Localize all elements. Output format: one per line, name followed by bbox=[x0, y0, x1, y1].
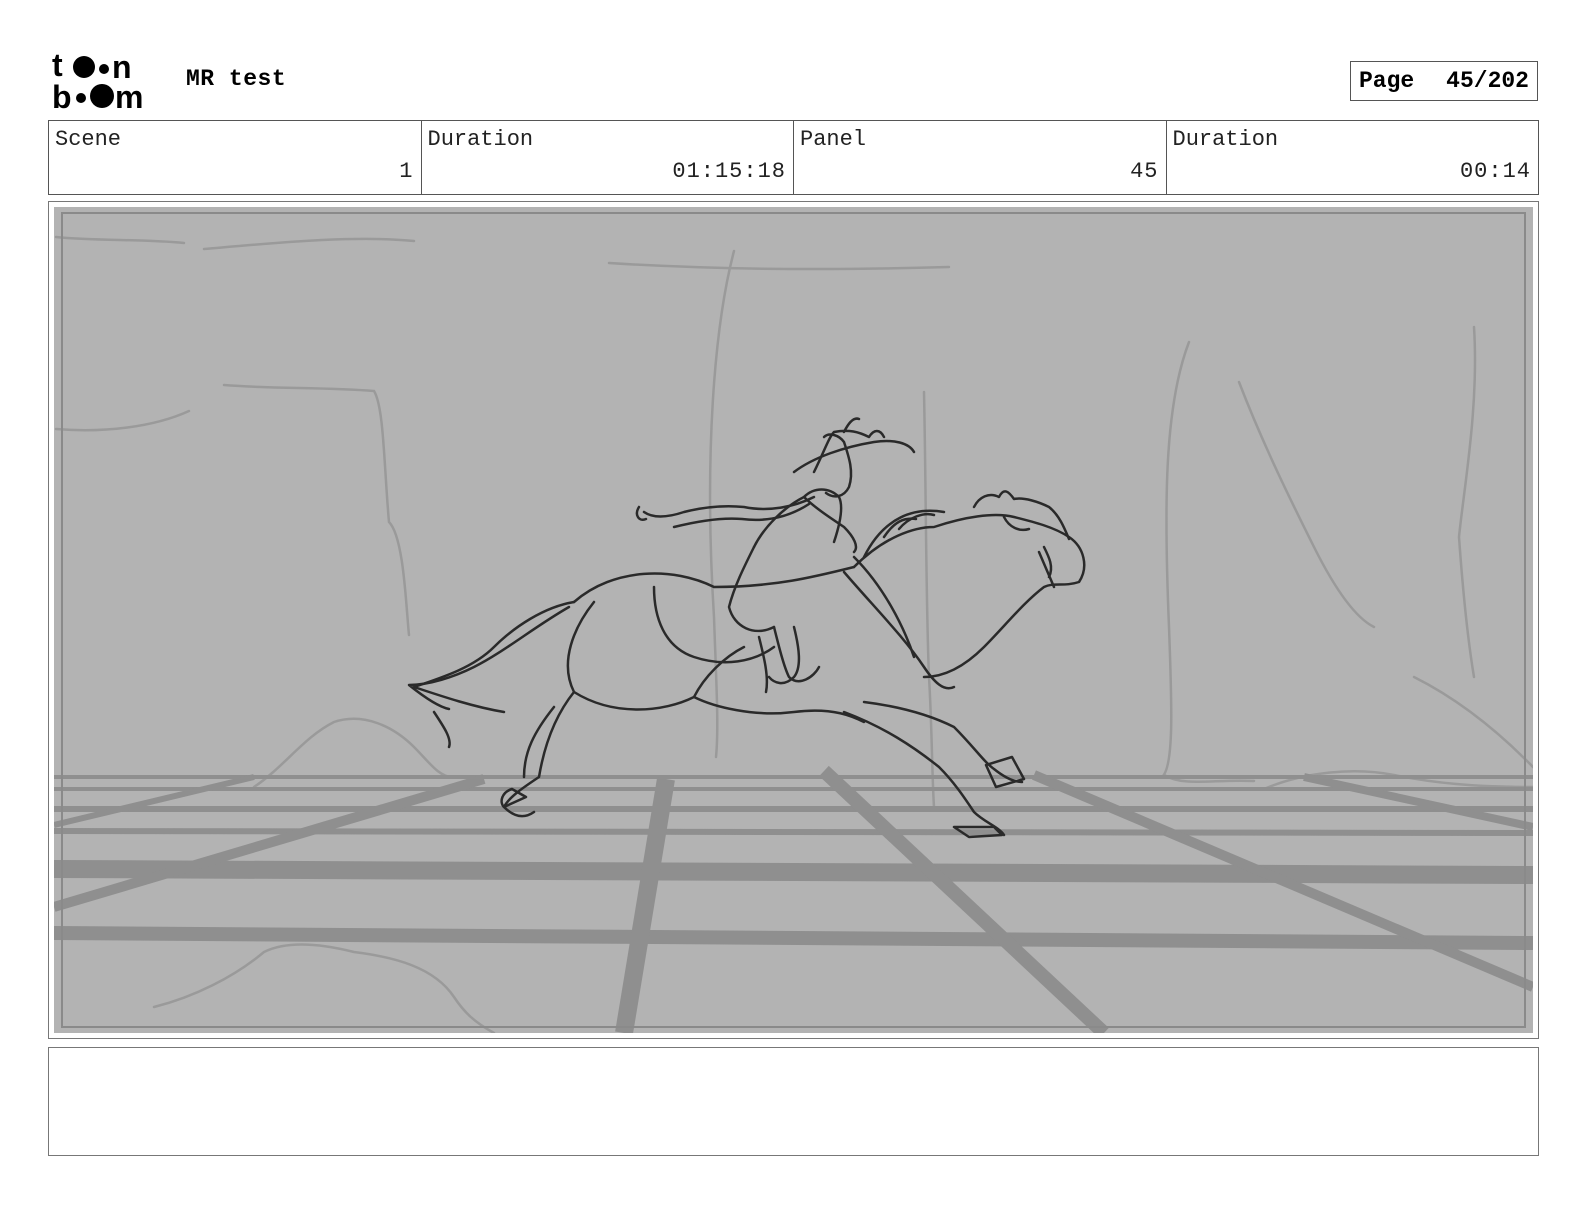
svg-text:b: b bbox=[52, 79, 72, 112]
scene-duration-label: Duration bbox=[427, 127, 534, 152]
panel-duration-value: 00:14 bbox=[1459, 159, 1531, 184]
scene-duration-value: 01:15:18 bbox=[672, 159, 786, 184]
panel-cell: Panel 45 bbox=[794, 121, 1167, 194]
rider-on-horse-sketch bbox=[54, 235, 1533, 1033]
scene-value: 1 bbox=[399, 159, 414, 184]
storyboard-panel-image bbox=[54, 207, 1533, 1033]
toon-boom-logo: t n b m bbox=[52, 47, 164, 115]
scene-cell: Scene 1 bbox=[49, 121, 422, 194]
panel-value: 45 bbox=[1130, 159, 1159, 184]
page-indicator: Page 45/202 bbox=[1350, 61, 1538, 101]
page-label: Page bbox=[1359, 68, 1415, 94]
panel-duration-cell: Duration 00:14 bbox=[1167, 121, 1539, 194]
panel-duration-label: Duration bbox=[1172, 127, 1279, 152]
panel-info-table: Scene 1 Duration 01:15:18 Panel 45 Durat… bbox=[48, 120, 1539, 195]
toon-boom-logo-mark: t n b m bbox=[52, 47, 143, 115]
scene-duration-cell: Duration 01:15:18 bbox=[422, 121, 794, 194]
page-number: 45/202 bbox=[1446, 68, 1529, 94]
project-title: MR test bbox=[186, 66, 287, 92]
storyboard-panel-frame bbox=[48, 201, 1539, 1039]
svg-text:m: m bbox=[115, 79, 143, 112]
scene-label: Scene bbox=[55, 127, 122, 152]
panel-notes-box bbox=[48, 1047, 1539, 1156]
panel-label: Panel bbox=[800, 127, 867, 152]
